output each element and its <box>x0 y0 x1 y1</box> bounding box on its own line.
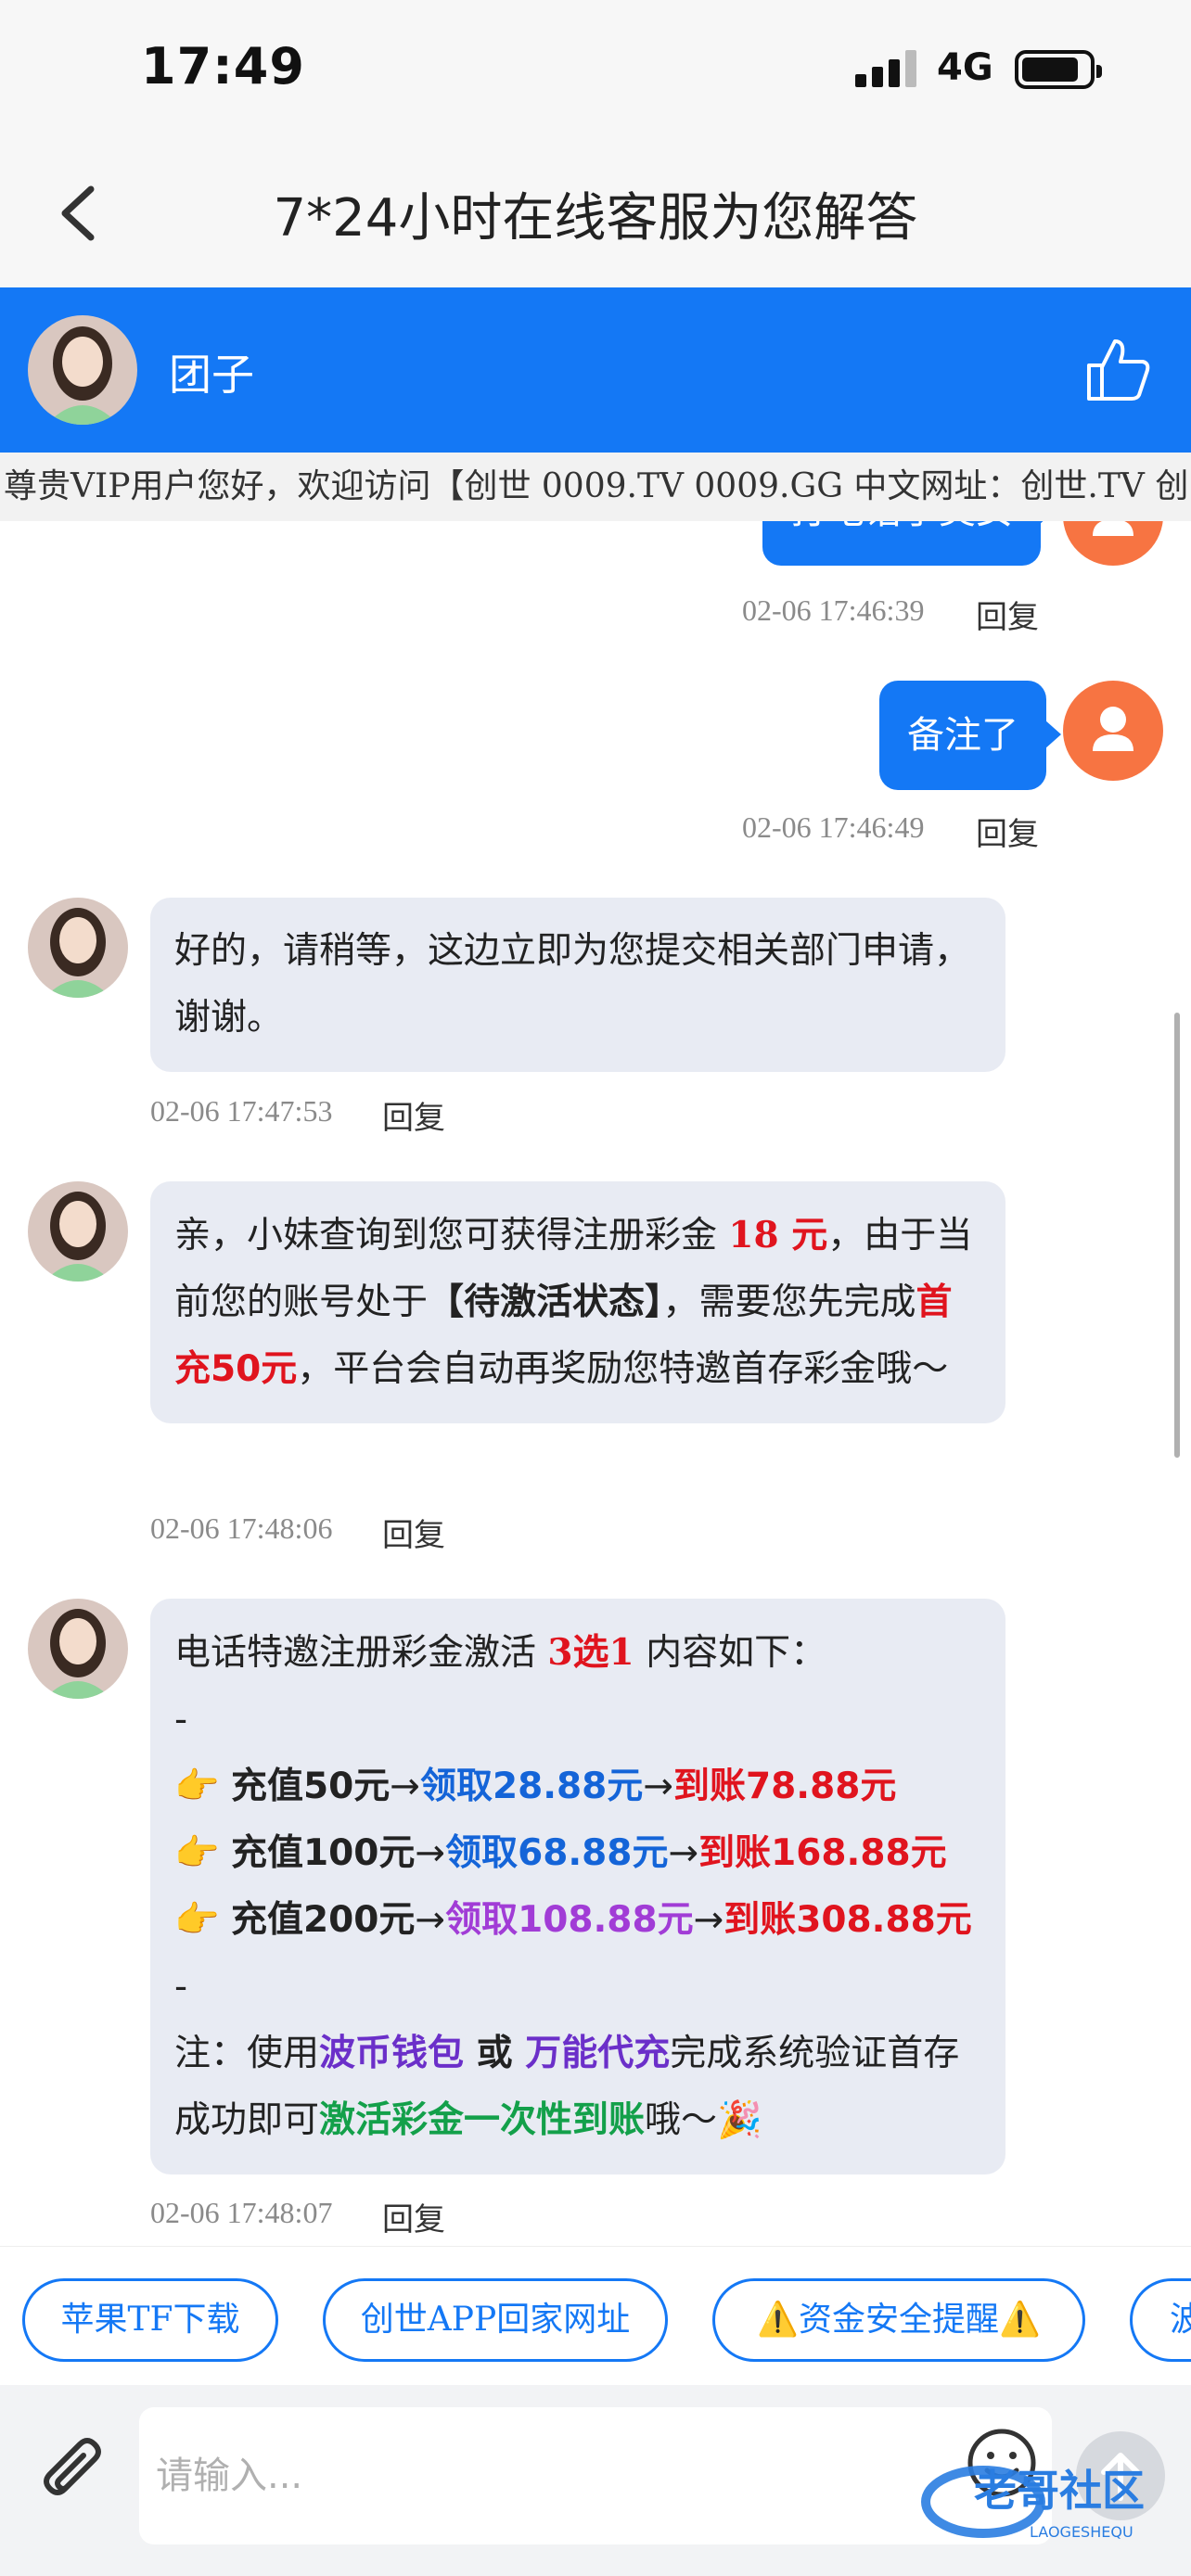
bonus-amount: 领取108.88元 <box>445 1899 694 1941</box>
message-text: 备注了 <box>907 714 1018 757</box>
status-bar: 17:49 4G <box>0 0 1191 139</box>
message-text: ，需要您先完成 <box>662 1282 916 1323</box>
bonus-amount: 领取68.88元 <box>445 1832 669 1874</box>
message-text: 亲，小妹查询到您可获得注册彩金 <box>174 1215 729 1256</box>
quick-link-more[interactable]: 波 <box>1130 2278 1191 2362</box>
total-amount: 到账308.88元 <box>724 1899 972 1941</box>
paperclip-icon[interactable] <box>33 2433 117 2517</box>
total-amount: 到账78.88元 <box>673 1766 897 1807</box>
promo-line: 👉 充值200元→领取108.88元→到账308.88元 <box>174 1887 981 1954</box>
quick-links-bar: 苹果TF下载 创世APP回家网址 ⚠️资金安全提醒⚠️ 波 <box>0 2246 1191 2385</box>
status-time: 17:49 <box>141 37 305 96</box>
signal-icon <box>855 50 920 87</box>
agent-message-bubble: 好的，请稍等，这边立即为您提交相关部门申请，谢谢。 <box>150 898 1005 1072</box>
arrow-icon: → <box>390 1766 420 1807</box>
message-time: 02-06 17:46:39 <box>742 593 925 627</box>
message-text: 哦～ <box>645 2099 718 2141</box>
deposit-amount: 充值50元 <box>230 1766 391 1807</box>
message-time: 02-06 17:48:07 <box>150 2196 333 2229</box>
agent-message-bubble: 电话特邀注册彩金激活 3选1 内容如下： - 👉 充值50元→领取28.88元→… <box>150 1599 1005 2174</box>
pointing-hand-icon: 👉 <box>174 1832 220 1874</box>
user-message-bubble: 备注了 <box>879 681 1061 790</box>
total-amount: 到账168.88元 <box>698 1832 947 1874</box>
person-icon <box>1093 521 1133 536</box>
agent-name: 团子 <box>169 350 254 400</box>
battery-icon <box>1015 50 1102 89</box>
watermark-text: 老哥社区 <box>974 2466 1145 2516</box>
agent-pay-name: 万能代充 <box>525 2033 671 2074</box>
arrow-icon: → <box>415 1832 446 1874</box>
arrow-icon: → <box>693 1899 724 1941</box>
message-time: 02-06 17:48:06 <box>150 1511 333 1545</box>
message-input[interactable] <box>139 2407 937 2544</box>
quick-link-ios-download[interactable]: 苹果TF下载 <box>22 2278 278 2362</box>
agent-avatar[interactable] <box>28 315 137 425</box>
chat-area[interactable]: 打电话了美女 02-06 17:46:39 回复 备注了 02-06 17:46… <box>0 521 1191 2246</box>
message-text: 好的，请稍等，这边立即为您提交相关部门申请，谢谢。 <box>174 930 971 1039</box>
quick-link-app-url[interactable]: 创世APP回家网址 <box>323 2278 668 2362</box>
arrow-icon: → <box>668 1832 699 1874</box>
reply-link[interactable]: 回复 <box>382 1092 445 1138</box>
promo-line: 👉 充值50元→领取28.88元→到账78.88元 <box>174 1753 981 1820</box>
choice-count: 3选1 <box>547 1631 634 1674</box>
page-title: 7*24小时在线客服为您解答 <box>273 188 918 249</box>
message-text: ，平台会自动再奖励您特邀首存彩金哦～ <box>297 1348 949 1390</box>
chat-scrollbar[interactable] <box>1174 1013 1180 1458</box>
deposit-amount: 充值100元 <box>230 1832 416 1874</box>
person-icon <box>1093 707 1133 751</box>
message-input-box[interactable] <box>139 2407 1052 2544</box>
promo-intro: 电话特邀注册彩金激活 3选1 内容如下： <box>174 1619 981 1687</box>
watermark-subtext: LAOGESHEQU <box>1030 2523 1133 2541</box>
message-text: 内容如下： <box>634 1632 827 1674</box>
thumbs-up-icon[interactable] <box>1083 334 1154 404</box>
announcement-marquee: 尊贵VIP用户您好，欢迎访问【创世 0009.TV 0009.GG 中文网址：创… <box>0 453 1191 521</box>
announcement-text: 尊贵VIP用户您好，欢迎访问【创世 0009.TV 0009.GG 中文网址：创… <box>4 467 1189 505</box>
deposit-amount: 充值200元 <box>230 1899 416 1941</box>
bonus-amount: 18 元 <box>728 1214 828 1256</box>
reply-link[interactable]: 回复 <box>976 809 1039 854</box>
message-text: 注：使用 <box>174 2033 320 2074</box>
arrow-icon: → <box>643 1766 673 1807</box>
reply-link[interactable]: 回复 <box>976 592 1039 637</box>
quick-link-security-reminder[interactable]: ⚠️资金安全提醒⚠️ <box>712 2278 1085 2362</box>
user-message-bubble: 打电话了美女 <box>762 521 1056 566</box>
account-status: 【待激活状态】 <box>428 1282 663 1323</box>
agent-message-bubble: 亲，小妹查询到您可获得注册彩金 18 元，由于当前您的账号处于【待激活状态】，需… <box>150 1181 1005 1423</box>
promo-line: 👉 充值100元→领取68.88元→到账168.88元 <box>174 1820 981 1887</box>
agent-message-avatar <box>28 1181 128 1282</box>
agent-message-avatar <box>28 1599 128 1699</box>
divider-dash: - <box>174 1699 188 1741</box>
reply-link[interactable]: 回复 <box>382 1510 445 1555</box>
pointing-hand-icon: 👉 <box>174 1899 220 1941</box>
bonus-amount: 领取28.88元 <box>419 1766 644 1807</box>
network-label: 4G <box>937 46 993 89</box>
promo-note: 注：使用波币钱包 或 万能代充完成系统验证首存成功即可激活彩金一次性到账哦～🎉 <box>174 2021 981 2154</box>
message-text: 电话特邀注册彩金激活 <box>174 1632 548 1674</box>
user-avatar <box>1063 521 1163 566</box>
message-text: 或 <box>464 2033 526 2074</box>
nav-bar: 7*24小时在线客服为您解答 <box>0 139 1191 287</box>
divider-dash: - <box>174 1966 188 2008</box>
arrow-icon: → <box>415 1899 446 1941</box>
message-time: 02-06 17:46:49 <box>742 810 925 844</box>
user-avatar <box>1063 681 1163 781</box>
party-popper-icon: 🎉 <box>717 2099 762 2141</box>
pointing-hand-icon: 👉 <box>174 1766 220 1807</box>
message-time: 02-06 17:47:53 <box>150 1094 333 1128</box>
agent-message-avatar <box>28 898 128 998</box>
activation-text: 激活彩金一次性到账 <box>319 2099 646 2141</box>
wallet-name: 波币钱包 <box>319 2033 465 2074</box>
watermark-logo: 老哥社区 LAOGESHEQU <box>918 2448 1187 2550</box>
agent-header: 团子 <box>0 287 1191 453</box>
message-text: 打电话了美女 <box>790 521 1013 532</box>
reply-link[interactable]: 回复 <box>382 2194 445 2239</box>
